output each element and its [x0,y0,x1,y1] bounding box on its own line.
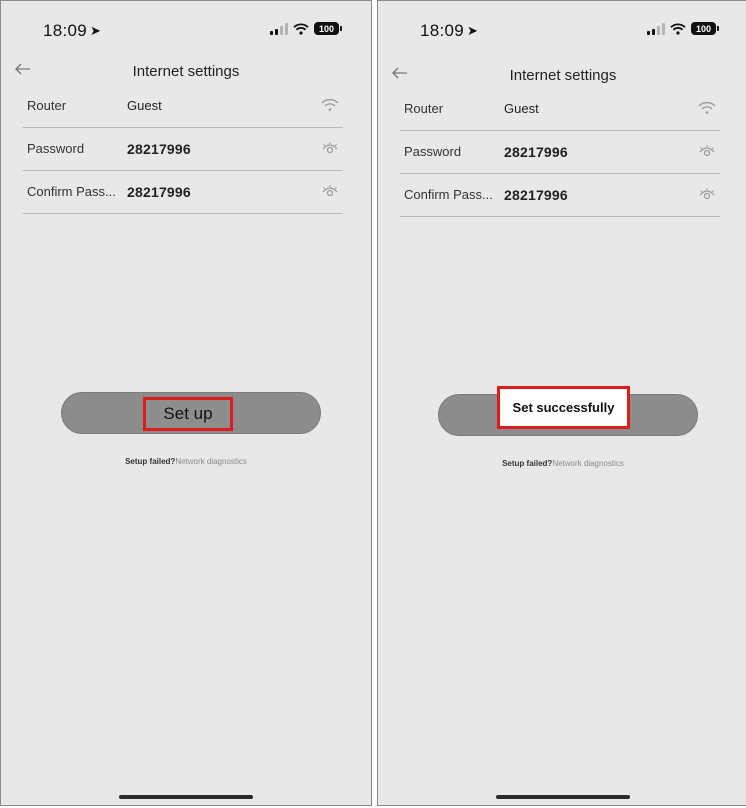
setup-button-label[interactable]: Set up [143,397,233,431]
cellular-signal-icon [270,22,288,35]
setup-failed-text: Setup failed? [125,457,176,466]
confirm-password-label: Confirm Pass... [27,184,116,199]
page-title: Internet settings [132,63,240,80]
eye-icon[interactable] [698,186,716,202]
home-indicator[interactable] [119,795,253,799]
phone-screen-success: 18:09 ➤ 100 Internet settings Router Gues… [377,0,746,806]
eye-icon[interactable] [698,143,716,159]
confirm-password-row[interactable]: Confirm Pass... 28217996 [400,174,720,217]
help-line: Setup failed?Network diagnostics [1,457,371,466]
confirm-password-label: Confirm Pass... [404,187,493,202]
router-label: Router [404,101,444,116]
confirm-password-row[interactable]: Confirm Pass... 28217996 [23,171,343,214]
status-icons: 100 [270,22,342,35]
setup-failed-text: Setup failed? [502,459,553,468]
confirm-password-field[interactable]: 28217996 [127,184,191,200]
status-bar: 18:09 ➤ 100 [1,19,371,45]
status-time: 18:09 ➤ [420,21,479,40]
status-time: 18:09 ➤ [43,21,102,40]
password-row[interactable]: Password 28217996 [23,128,343,171]
wifi-icon[interactable] [321,97,339,113]
password-label: Password [27,141,85,156]
router-row[interactable]: Router Guest [23,85,343,128]
success-toast: Set successfully [497,386,630,429]
password-field[interactable]: 28217996 [504,144,568,160]
phone-screen-setup: 18:09 ➤ 100 Internet settings Router Gues… [0,0,372,806]
router-row[interactable]: Router Guest [400,88,720,131]
network-diagnostics-link[interactable]: Network diagnostics [552,459,624,468]
router-value: Guest [504,101,539,116]
battery-icon: 100 [691,22,719,35]
wifi-status-icon [293,22,309,35]
password-field[interactable]: 28217996 [127,141,191,157]
location-arrow-icon: ➤ [467,23,479,38]
nav-bar: Internet settings [1,59,371,85]
page-title: Internet settings [509,67,617,84]
router-label: Router [27,98,67,113]
help-line: Setup failed?Network diagnostics [378,459,746,468]
password-row[interactable]: Password 28217996 [400,131,720,174]
eye-icon[interactable] [321,183,339,199]
router-value: Guest [127,98,162,113]
network-diagnostics-link[interactable]: Network diagnostics [175,457,247,466]
wifi-icon[interactable] [698,100,716,116]
location-arrow-icon: ➤ [90,23,102,38]
battery-icon: 100 [314,22,342,35]
nav-bar: Internet settings [378,63,746,89]
wifi-status-icon [670,22,686,35]
eye-icon[interactable] [321,140,339,156]
confirm-password-field[interactable]: 28217996 [504,187,568,203]
home-indicator[interactable] [496,795,630,799]
cellular-signal-icon [647,22,665,35]
status-bar: 18:09 ➤ 100 [378,19,746,45]
status-icons: 100 [647,22,719,35]
password-label: Password [404,144,462,159]
